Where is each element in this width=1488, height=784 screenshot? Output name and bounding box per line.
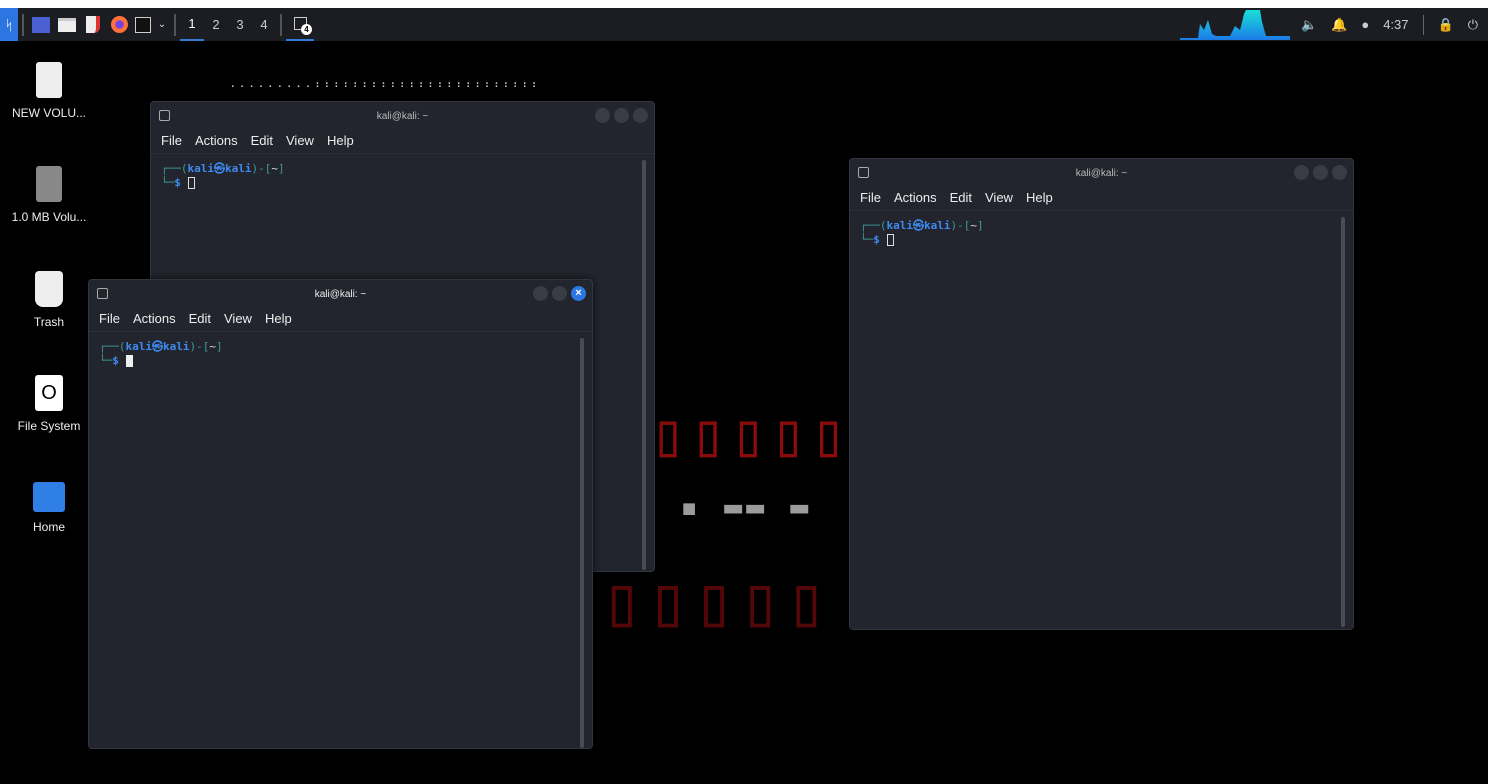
- maximize-button[interactable]: [614, 108, 629, 123]
- prompt-symbol: $: [873, 233, 880, 246]
- prompt-dir: ~: [970, 219, 977, 232]
- separator: [22, 13, 24, 36]
- title-bar[interactable]: kali@kali: ~ ×: [89, 280, 592, 308]
- volume-icon[interactable]: 🔈: [1301, 17, 1317, 33]
- workspace-1[interactable]: 1: [180, 8, 204, 41]
- icon-label: 1.0 MB Volu...: [11, 210, 87, 224]
- workspace-3[interactable]: 3: [228, 8, 252, 41]
- prompt-symbol: $: [174, 176, 181, 189]
- power-manager-icon[interactable]: ●: [1361, 17, 1369, 32]
- minimize-button[interactable]: [533, 286, 548, 301]
- terminal-window-focused[interactable]: kali@kali: ~ × File Actions Edit View Help ┌…: [88, 279, 593, 749]
- lock-icon[interactable]: 🔒: [1438, 17, 1454, 33]
- terminal-icon: [858, 167, 869, 178]
- cpu-graph: [1180, 10, 1290, 40]
- menu-view[interactable]: View: [224, 311, 252, 326]
- window-count-badge: 4: [301, 24, 312, 35]
- taskbar-terminal-group[interactable]: 4: [286, 8, 314, 41]
- prompt-dir: ~: [271, 162, 278, 175]
- menu-help[interactable]: Help: [327, 133, 354, 148]
- text-editor-icon[interactable]: [80, 8, 106, 41]
- notification-bell-icon[interactable]: 🔔: [1331, 17, 1347, 33]
- file-manager-icon[interactable]: [54, 8, 80, 41]
- maximize-button[interactable]: [552, 286, 567, 301]
- cursor: [187, 177, 195, 189]
- menu-actions[interactable]: Actions: [133, 311, 176, 326]
- terminal-launcher-icon[interactable]: [132, 8, 154, 41]
- title-bar[interactable]: kali@kali: ~: [850, 159, 1353, 187]
- system-tray: 🔈 🔔 ● 4:37 🔒 ⏻: [1301, 8, 1488, 41]
- scrollbar[interactable]: [1341, 217, 1345, 627]
- icon-label: File System: [17, 419, 81, 433]
- desktop-icon-home[interactable]: Home: [4, 482, 94, 534]
- menu-edit[interactable]: Edit: [950, 190, 972, 205]
- hard-drive-icon: O: [35, 375, 63, 411]
- wallpaper-art: .........::::::::::::::::::::::::: [230, 80, 541, 90]
- trash-icon: [35, 271, 63, 307]
- kali-menu-icon[interactable]: ᛋ: [0, 8, 18, 41]
- menu-actions[interactable]: Actions: [894, 190, 937, 205]
- chevron-down-icon[interactable]: ⌄: [154, 8, 170, 41]
- wallpaper-art: ▪ ▬▬ ▬: [680, 490, 813, 525]
- menu-view[interactable]: View: [286, 133, 314, 148]
- menu-file[interactable]: File: [161, 133, 182, 148]
- prompt-user: kali㉿kali: [125, 340, 190, 353]
- prompt-symbol: $: [112, 354, 119, 367]
- desktop-icon-file-system[interactable]: O File System: [4, 375, 94, 433]
- terminal-window[interactable]: kali@kali: ~ File Actions Edit View Help ┌──…: [849, 158, 1354, 630]
- cursor: [125, 355, 133, 367]
- scrollbar[interactable]: [580, 338, 584, 748]
- terminal-output[interactable]: ┌──(kali㉿kali)-[~] └─$: [850, 210, 1353, 629]
- close-button[interactable]: [1332, 165, 1347, 180]
- menu-edit[interactable]: Edit: [251, 133, 273, 148]
- prompt-user: kali㉿kali: [886, 219, 951, 232]
- show-desktop-icon[interactable]: [28, 8, 54, 41]
- close-button[interactable]: ×: [571, 286, 586, 301]
- window-title: kali@kali: ~: [1075, 167, 1128, 179]
- scrollbar[interactable]: [642, 160, 646, 570]
- usb-drive-icon: [36, 166, 62, 202]
- menu-file[interactable]: File: [860, 190, 881, 205]
- icon-label: NEW VOLU...: [11, 106, 86, 120]
- window-title: kali@kali: ~: [376, 110, 429, 122]
- desktop-icon-1mb-volume[interactable]: 1.0 MB Volu...: [4, 166, 94, 224]
- cursor: [886, 234, 894, 246]
- usb-drive-icon: [36, 62, 62, 98]
- close-button[interactable]: [633, 108, 648, 123]
- terminal-icon: [159, 110, 170, 121]
- title-bar[interactable]: kali@kali: ~: [151, 102, 654, 130]
- menu-file[interactable]: File: [99, 311, 120, 326]
- desktop-icon-trash[interactable]: Trash: [4, 271, 94, 329]
- separator: [1422, 14, 1424, 35]
- logout-icon[interactable]: ⏻: [1468, 17, 1478, 33]
- screen-edge: [0, 0, 1488, 8]
- prompt-dir: ~: [209, 340, 216, 353]
- menu-view[interactable]: View: [985, 190, 1013, 205]
- menu-edit[interactable]: Edit: [189, 311, 211, 326]
- icon-label: Home: [32, 520, 65, 534]
- icon-label: Trash: [33, 315, 65, 329]
- menu-help[interactable]: Help: [265, 311, 292, 326]
- home-folder-icon: [33, 482, 65, 512]
- workspace-2[interactable]: 2: [204, 8, 228, 41]
- separator: [174, 13, 176, 36]
- desktop-icon-new-volume[interactable]: NEW VOLU...: [4, 62, 94, 120]
- separator: [280, 13, 282, 36]
- terminal-output[interactable]: ┌──(kali㉿kali)-[~] └─$: [89, 331, 592, 748]
- clock[interactable]: 4:37: [1383, 17, 1408, 32]
- menu-help[interactable]: Help: [1026, 190, 1053, 205]
- terminal-icon: [97, 288, 108, 299]
- menu-actions[interactable]: Actions: [195, 133, 238, 148]
- minimize-button[interactable]: [595, 108, 610, 123]
- workspace-4[interactable]: 4: [252, 8, 276, 41]
- minimize-button[interactable]: [1294, 165, 1309, 180]
- prompt-user: kali㉿kali: [187, 162, 252, 175]
- window-title: kali@kali: ~: [314, 288, 367, 300]
- firefox-icon[interactable]: [106, 8, 132, 41]
- maximize-button[interactable]: [1313, 165, 1328, 180]
